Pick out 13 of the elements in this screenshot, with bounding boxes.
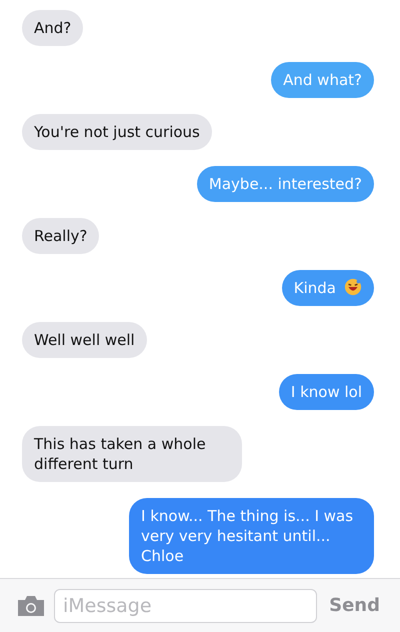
- camera-icon[interactable]: [16, 594, 46, 616]
- message-bubble: And what?: [271, 62, 374, 98]
- message-bubble: You're not just curious: [22, 114, 212, 150]
- message-field[interactable]: iMessage: [54, 588, 318, 622]
- message-bubble: This has taken a whole different turn: [22, 426, 242, 482]
- message-bubble: Really?: [22, 218, 100, 254]
- message-bubble: I know... The thing is... I was very very hesitant until... Chloe: [129, 498, 374, 574]
- message-bubble: Well well well: [22, 322, 147, 358]
- send-button[interactable]: Send: [325, 592, 384, 619]
- message-bubble: Kinda: [282, 270, 374, 306]
- message-bubble: I know lol: [278, 374, 374, 410]
- message-bubble: Maybe... interested?: [196, 166, 374, 202]
- message-bubble: And?: [22, 10, 84, 46]
